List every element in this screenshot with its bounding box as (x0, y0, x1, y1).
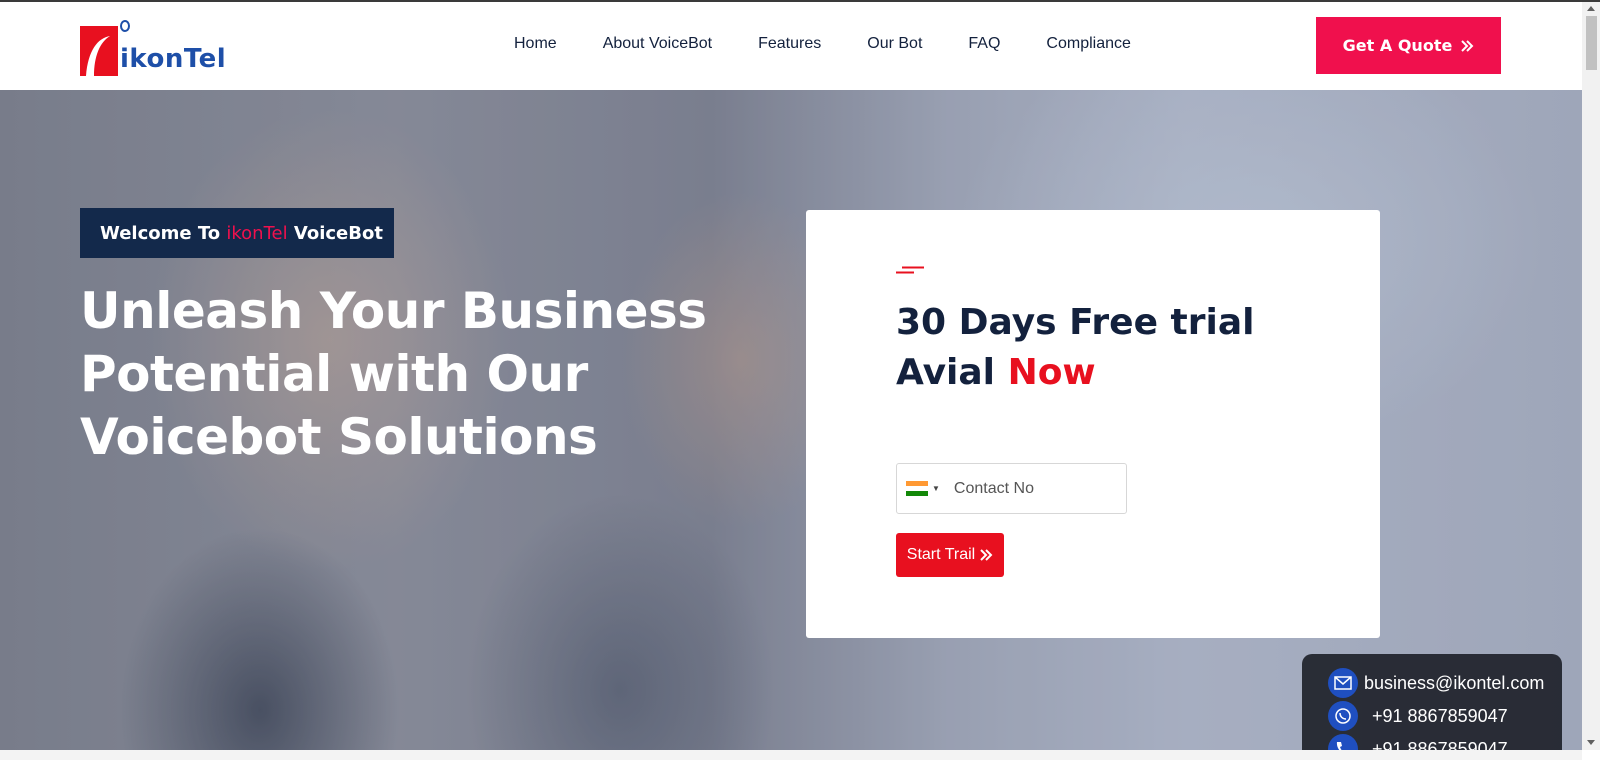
whatsapp-icon (1328, 701, 1358, 731)
trial-title-accent: Now (1007, 352, 1096, 393)
page-bottom-strip (0, 750, 1582, 760)
nav-about-voicebot[interactable]: About VoiceBot (603, 35, 712, 53)
welcome-badge: Welcome To ikonTel VoiceBot (80, 208, 394, 258)
get-a-quote-label: Get A Quote (1342, 36, 1453, 55)
nav-compliance[interactable]: Compliance (1046, 35, 1130, 53)
nav-home[interactable]: Home (514, 35, 557, 53)
scroll-up-arrow-icon[interactable] (1587, 6, 1595, 11)
logo-mark-icon (80, 26, 118, 76)
logo-text: ikonTel (120, 44, 227, 74)
logo-circle-icon (120, 20, 130, 32)
vertical-scrollbar[interactable] (1582, 2, 1600, 750)
india-flag-icon[interactable] (906, 481, 928, 496)
nav-features[interactable]: Features (758, 35, 821, 53)
get-a-quote-button[interactable]: Get A Quote (1316, 17, 1501, 74)
start-trail-label: Start Trail (906, 546, 976, 563)
site-header: ikonTel Home About VoiceBot Features Our… (0, 2, 1582, 90)
contact-phone[interactable]: +91 8867859047 (1372, 739, 1508, 751)
trial-title-prefix: Avial (896, 352, 1008, 393)
trial-title: 30 Days Free trial Avial Now (896, 298, 1254, 398)
scroll-down-arrow-icon[interactable] (1587, 740, 1595, 745)
start-trail-button[interactable]: Start Trail (896, 533, 1004, 577)
double-chevron-right-icon (980, 549, 993, 561)
title-accent-dashes-icon (896, 266, 924, 274)
contact-email-row[interactable]: business@ikontel.com (1328, 668, 1544, 698)
double-chevron-right-icon (1461, 39, 1474, 52)
phone-icon (1328, 734, 1358, 750)
main-nav: Home About VoiceBot Features Our Bot FAQ… (514, 35, 1177, 53)
nav-faq[interactable]: FAQ (968, 35, 1000, 53)
hero-headline: Unleash Your Business Potential with Our… (80, 282, 707, 466)
hero-section: Welcome To ikonTel VoiceBot Unleash Your… (0, 90, 1582, 750)
free-trial-card: 30 Days Free trial Avial Now ▼ Start Tra… (806, 210, 1380, 638)
country-dropdown-caret-icon[interactable]: ▼ (932, 484, 940, 493)
nav-our-bot[interactable]: Our Bot (867, 35, 922, 53)
ikontel-logo[interactable]: ikonTel (80, 18, 245, 76)
welcome-prefix: Welcome To (100, 222, 227, 244)
trial-title-line1: 30 Days Free trial (896, 302, 1255, 343)
floating-contact-box: business@ikontel.com +91 8867859047 +91 … (1302, 654, 1562, 750)
contact-phone-row[interactable]: +91 8867859047 (1328, 734, 1508, 750)
contact-number-field: ▼ (896, 463, 1127, 514)
welcome-suffix: VoiceBot (287, 222, 383, 244)
scrollbar-thumb[interactable] (1586, 16, 1597, 70)
contact-whatsapp[interactable]: +91 8867859047 (1372, 706, 1508, 727)
welcome-brand: ikonTel (226, 222, 288, 244)
contact-email[interactable]: business@ikontel.com (1364, 673, 1544, 694)
contact-whatsapp-row[interactable]: +91 8867859047 (1328, 701, 1508, 731)
contact-number-input[interactable] (953, 479, 1114, 498)
mail-icon (1328, 668, 1358, 698)
trial-title-line2: Avial Now (896, 348, 1254, 398)
